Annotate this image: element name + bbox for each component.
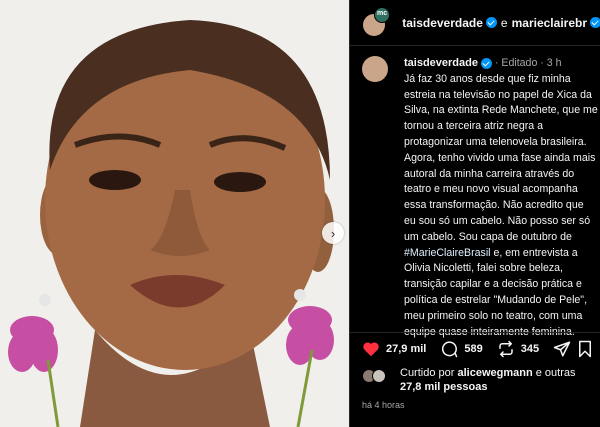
post-details-panel: taisdeverdade e marieclairebr taisdeverd…: [349, 0, 600, 427]
liked-by-user[interactable]: alicewegmann: [457, 367, 532, 379]
comment-icon: [442, 340, 458, 357]
hashtag-link[interactable]: #MarieClaireBrasil: [404, 247, 491, 259]
caption-username[interactable]: taisdeverdade: [404, 57, 478, 69]
liked-by-count[interactable]: 27,8 mil pessoas: [400, 381, 487, 393]
avatar: [374, 6, 390, 23]
liked-by-avatars: [362, 369, 394, 385]
repost-count: 345: [520, 342, 540, 355]
liked-by-row[interactable]: Curtido por alicewegmann e outras 27,8 m…: [362, 366, 598, 398]
post-header: taisdeverdade e marieclairebr: [350, 0, 600, 46]
avatar[interactable]: [362, 56, 388, 82]
like-button[interactable]: 27,9 mil: [362, 341, 426, 357]
bookmark-icon: [579, 340, 591, 358]
verified-badge-icon: [480, 57, 492, 69]
avatar: [372, 369, 386, 383]
repost-icon: [498, 340, 513, 357]
username-link[interactable]: marieclairebr: [512, 16, 587, 30]
like-count: 27,9 mil: [386, 342, 427, 355]
share-button[interactable]: [553, 340, 577, 358]
portrait-image: [0, 0, 349, 427]
caption-text: e, em entrevista a Olivia Nicoletti, fal…: [404, 246, 588, 338]
connector-text: e: [500, 15, 508, 30]
collab-usernames: taisdeverdade e marieclairebr: [402, 16, 600, 30]
post-photo[interactable]: ›: [0, 0, 349, 427]
liked-by-prefix: Curtido por: [400, 367, 455, 379]
username-link[interactable]: taisdeverdade: [402, 16, 483, 30]
liked-by-text: Curtido por alicewegmann e outras 27,8 m…: [400, 366, 576, 394]
post-caption: taisdeverdade · Editado · 3 h Já faz 30 …: [362, 56, 598, 340]
action-bar: 27,9 mil 589 345: [350, 332, 600, 364]
collab-avatars[interactable]: [362, 6, 390, 39]
share-icon: [553, 341, 571, 356]
next-photo-button[interactable]: ›: [322, 222, 344, 244]
repost-button[interactable]: 345: [497, 340, 539, 358]
caption-text: Já faz 30 anos desde que fiz minha estre…: [404, 72, 598, 243]
comment-button[interactable]: 589: [440, 340, 483, 358]
post-timestamp: há 4 horas: [362, 400, 405, 410]
comment-count: 589: [464, 342, 483, 355]
liked-by-connector: e outras: [535, 367, 576, 379]
verified-badge-icon: [590, 17, 600, 28]
caption-body: taisdeverdade · Editado · 3 h Já faz 30 …: [404, 56, 598, 340]
save-button[interactable]: [577, 340, 593, 363]
chevron-right-icon: ›: [330, 225, 336, 241]
heart-icon: [363, 341, 379, 356]
caption-meta: · Editado · 3 h: [494, 57, 562, 69]
verified-badge-icon: [485, 17, 497, 28]
